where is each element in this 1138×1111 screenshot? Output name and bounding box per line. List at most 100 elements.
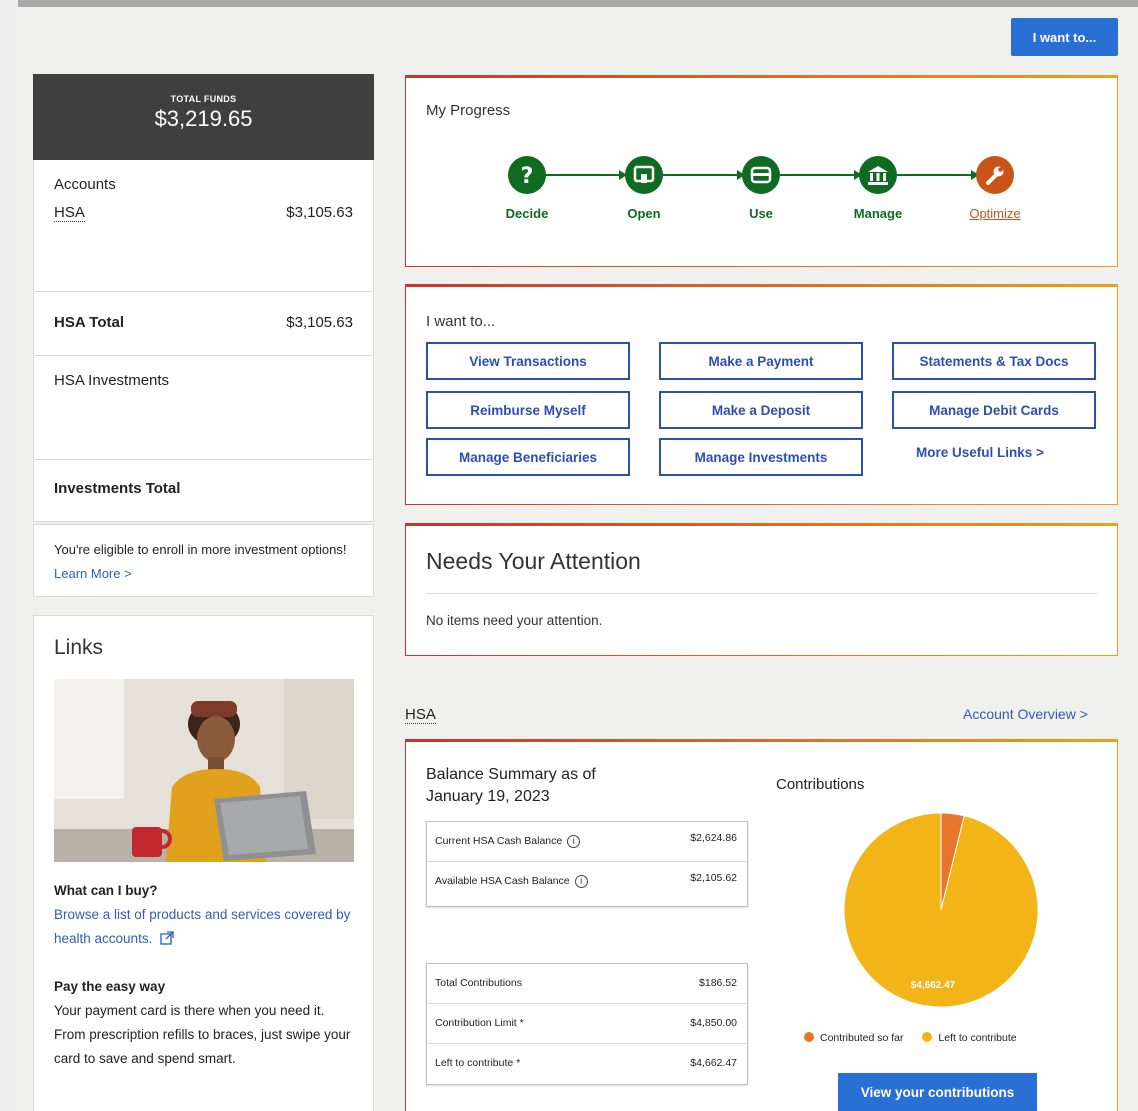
i-want-to-button[interactable]: I want to... — [1011, 18, 1118, 56]
divider — [426, 593, 1097, 594]
make-deposit-button[interactable]: Make a Deposit — [659, 391, 863, 429]
cash-balance-table: Current HSA Cash Balance i $2,624.86 Avai… — [426, 821, 748, 907]
manage-beneficiaries-button[interactable]: Manage Beneficiaries — [426, 438, 630, 476]
contributions-title: Contributions — [776, 776, 865, 793]
i-want-to-title: I want to... — [426, 313, 496, 330]
hsa-total-label: HSA Total — [54, 314, 124, 331]
table-row: Available HSA Cash Balance i $2,105.62 — [427, 862, 747, 906]
links-card: Links What can I buy? Browse a list of p… — [33, 615, 374, 1111]
table-row: Left to contribute * $4,662.47 — [427, 1044, 747, 1084]
balance-value: $2,624.86 — [690, 832, 737, 844]
progress-step-optimize[interactable]: Optimize — [955, 156, 1035, 221]
manage-debit-cards-button[interactable]: Manage Debit Cards — [892, 391, 1096, 429]
hsa-total-value: $3,105.63 — [286, 314, 353, 331]
balance-label: Available HSA Cash Balance — [435, 875, 570, 887]
balance-label-wrap: Current HSA Cash Balance i — [435, 835, 581, 848]
total-funds-header: TOTAL FUNDS $3,219.65 — [33, 74, 374, 160]
legend-dot-left — [922, 1032, 933, 1042]
make-payment-button[interactable]: Make a Payment — [659, 342, 863, 380]
svg-text:?: ? — [521, 164, 534, 189]
browse-products-link[interactable]: Browse a list of products and services c… — [54, 907, 350, 946]
browse-products-link-row[interactable]: Browse a list of products and services c… — [54, 903, 354, 953]
manage-investments-button[interactable]: Manage Investments — [659, 438, 863, 476]
balance-label: Current HSA Cash Balance — [435, 835, 563, 847]
balance-value: $2,105.62 — [690, 872, 737, 884]
view-transactions-button[interactable]: View Transactions — [426, 342, 630, 380]
more-useful-links[interactable]: More Useful Links > — [916, 445, 1044, 460]
woman-laptop-photo — [54, 679, 354, 862]
progress-step-use[interactable]: Use — [721, 156, 801, 221]
hsa-account-value: $3,105.63 — [286, 204, 353, 221]
balance-label-wrap: Available HSA Cash Balance i — [435, 875, 588, 888]
step-label: Open — [627, 206, 661, 221]
step-label: Decide — [505, 206, 549, 221]
contribution-label: Left to contribute * — [435, 1057, 521, 1069]
table-row: Contribution Limit * $4,850.00 — [427, 1004, 747, 1044]
hsa-balance-card: Balance Summary as of January 19, 2023 C… — [405, 739, 1118, 1111]
pay-easy-heading: Pay the easy way — [54, 979, 166, 994]
step-label: Use — [749, 206, 773, 221]
contribution-value: $4,662.47 — [690, 1057, 737, 1069]
card-reader-icon — [625, 156, 663, 194]
hsa-investments-label: HSA Investments — [54, 372, 170, 389]
wrench-icon — [976, 156, 1014, 194]
contributions-table: Total Contributions $186.52 Contribution… — [426, 963, 748, 1085]
account-overview-link[interactable]: Account Overview > — [963, 706, 1088, 722]
links-title: Links — [54, 636, 104, 659]
balance-summary-title: Balance Summary as of January 19, 2023 — [426, 764, 596, 808]
eligible-notice: You're eligible to enroll in more invest… — [33, 524, 374, 597]
table-row: Current HSA Cash Balance i $2,624.86 — [427, 822, 747, 862]
learn-more-link[interactable]: Learn More > — [54, 566, 132, 581]
reimburse-myself-button[interactable]: Reimburse Myself — [426, 391, 630, 429]
statements-tax-docs-button[interactable]: Statements & Tax Docs — [892, 342, 1096, 380]
hsa-account-label[interactable]: HSA — [54, 204, 85, 222]
total-funds-label: TOTAL FUNDS — [170, 94, 237, 104]
info-icon[interactable]: i — [574, 875, 588, 888]
i-want-to-card: I want to... View Transactions Make a Pa… — [405, 284, 1118, 505]
info-icon[interactable]: i — [567, 835, 581, 848]
pay-easy-text: Your payment card is there when you need… — [54, 1003, 351, 1066]
investments-total-row: Investments Total — [34, 459, 373, 522]
step-label-active[interactable]: Optimize — [955, 206, 1035, 221]
top-divider — [18, 0, 1138, 7]
external-link-icon — [160, 929, 174, 953]
contribution-value: $4,850.00 — [690, 1017, 737, 1029]
card-icon — [742, 156, 780, 194]
contribution-label: Contribution Limit * — [435, 1017, 524, 1029]
legend-dot-contributed — [804, 1032, 814, 1042]
links-text-block: What can I buy? Browse a list of product… — [54, 879, 354, 1071]
table-row: Total Contributions $186.52 — [427, 964, 747, 1004]
step-label: Manage — [853, 206, 903, 221]
legend-left: Left to contribute — [938, 1032, 1017, 1044]
progress-step-decide[interactable]: ? Decide — [487, 156, 567, 221]
investments-total-label: Investments Total — [54, 480, 181, 497]
contribution-label: Total Contributions — [435, 977, 522, 989]
my-progress-card: My Progress ? Decide Open Use Manage Opt… — [405, 75, 1118, 267]
accounts-panel: Accounts HSA $3,105.63 HSA Total $3,105.… — [33, 160, 374, 522]
pie-legend: Contributed so far Left to contribute — [804, 1032, 1017, 1044]
needs-attention-message: No items need your attention. — [426, 613, 603, 628]
total-funds-value: $3,219.65 — [154, 106, 253, 131]
progress-step-manage[interactable]: Manage — [838, 156, 918, 221]
eligible-text: You're eligible to enroll in more invest… — [54, 542, 347, 557]
pie-slice-left[interactable] — [843, 812, 1039, 1008]
pie-data-label: $4,662.47 — [911, 980, 956, 991]
balance-summary-line1: Balance Summary as of — [426, 766, 596, 783]
accounts-heading: Accounts — [54, 176, 116, 193]
needs-attention-card: Needs Your Attention No items need your … — [405, 523, 1118, 656]
bank-icon — [859, 156, 897, 194]
needs-attention-title: Needs Your Attention — [426, 548, 641, 574]
hsa-section-heading[interactable]: HSA — [405, 706, 436, 724]
view-contributions-button[interactable]: View your contributions — [838, 1073, 1037, 1111]
hsa-account-link[interactable]: HSA — [54, 204, 85, 222]
hsa-heading-label[interactable]: HSA — [405, 706, 436, 724]
hsa-investments-row: HSA Investments — [34, 355, 373, 459]
contributions-pie-chart: $4,662.47 — [843, 812, 1039, 1008]
contribution-value: $186.52 — [699, 977, 737, 989]
progress-step-open[interactable]: Open — [604, 156, 684, 221]
what-can-i-buy-heading: What can I buy? — [54, 883, 158, 898]
hsa-total-row: HSA Total $3,105.63 — [34, 291, 373, 355]
question-icon: ? — [508, 156, 546, 194]
legend-contributed: Contributed so far — [820, 1032, 904, 1044]
balance-summary-date: January 19, 2023 — [426, 788, 550, 805]
